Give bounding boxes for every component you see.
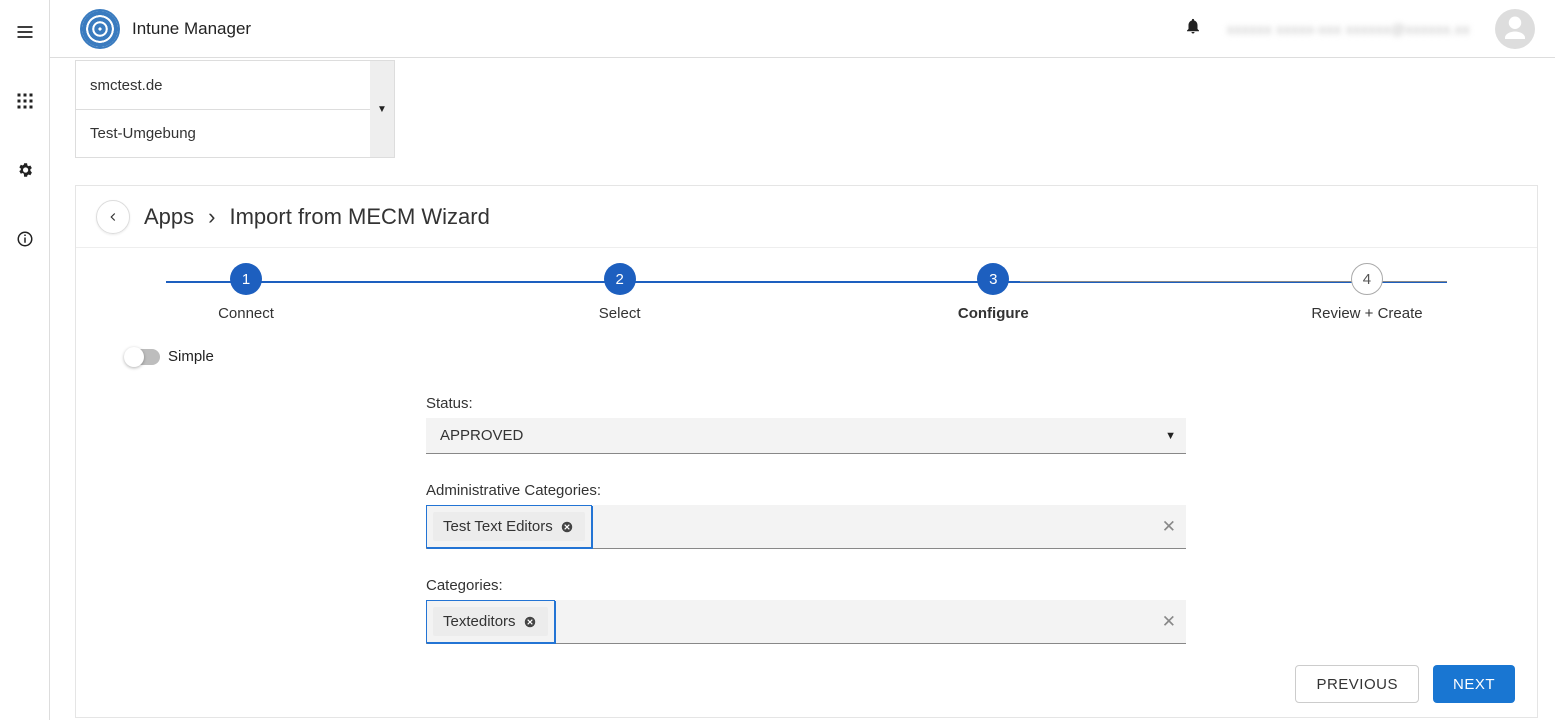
wizard-stepper: 1 Connect 2 Select 3 Configure 4 Review … <box>166 263 1447 343</box>
tenant-selector[interactable]: smctest.de Test-Umgebung ▼ <box>75 60 395 158</box>
previous-button[interactable]: PREVIOUS <box>1295 665 1419 703</box>
caret-down-icon: ▼ <box>1165 430 1176 442</box>
bell-icon[interactable] <box>1184 17 1202 40</box>
avatar[interactable] <box>1495 9 1535 49</box>
chevron-right-icon: › <box>208 204 215 230</box>
wizard-card: Apps › Import from MECM Wizard 1 Connect… <box>75 185 1538 718</box>
tenant-line-2[interactable]: Test-Umgebung <box>76 109 394 157</box>
categories-input[interactable]: Texteditors <box>426 600 1186 644</box>
step-review-create[interactable]: 4 Review + Create <box>1287 263 1447 322</box>
close-icon[interactable] <box>559 519 575 535</box>
simple-toggle[interactable] <box>126 349 160 365</box>
caret-down-icon[interactable]: ▼ <box>370 61 394 157</box>
chip-label: Test Text Editors <box>443 518 553 535</box>
chip-admin-category[interactable]: Test Text Editors <box>433 512 585 541</box>
chip-category[interactable]: Texteditors <box>433 607 548 636</box>
status-value: APPROVED <box>440 427 523 444</box>
admin-categories-input[interactable]: Test Text Editors <box>426 505 1186 549</box>
step-number: 4 <box>1351 263 1383 295</box>
step-number: 1 <box>230 263 262 295</box>
hamburger-icon[interactable] <box>13 20 37 44</box>
apps-grid-icon[interactable] <box>13 89 37 113</box>
clear-icon[interactable]: ✕ <box>1162 517 1176 537</box>
step-label: Select <box>599 305 641 322</box>
next-button[interactable]: NEXT <box>1433 665 1515 703</box>
chip-label: Texteditors <box>443 613 516 630</box>
admin-categories-label: Administrative Categories: <box>426 482 1186 499</box>
top-bar: Intune Manager xxxxxx xxxxx-xxx xxxxxx@x… <box>50 0 1555 58</box>
breadcrumb-root[interactable]: Apps <box>144 204 194 230</box>
step-number: 2 <box>604 263 636 295</box>
status-select[interactable]: APPROVED ▼ <box>426 418 1186 454</box>
app-title: Intune Manager <box>132 19 251 39</box>
info-icon[interactable] <box>13 227 37 251</box>
left-nav-rail <box>0 0 50 720</box>
close-icon[interactable] <box>522 614 538 630</box>
status-label: Status: <box>426 395 1186 412</box>
categories-label: Categories: <box>426 577 1186 594</box>
gear-icon[interactable] <box>13 158 37 182</box>
step-label: Connect <box>218 305 274 322</box>
step-connect[interactable]: 1 Connect <box>166 263 326 322</box>
step-number: 3 <box>977 263 1009 295</box>
user-display: xxxxxx xxxxx-xxx xxxxxx@xxxxxx.xx <box>1227 21 1470 37</box>
app-logo-icon <box>80 9 120 49</box>
step-configure[interactable]: 3 Configure <box>913 263 1073 322</box>
breadcrumb-current: Import from MECM Wizard <box>229 204 489 230</box>
simple-toggle-label: Simple <box>168 348 214 365</box>
clear-icon[interactable]: ✕ <box>1162 612 1176 632</box>
back-button[interactable] <box>96 200 130 234</box>
step-label: Review + Create <box>1311 305 1422 322</box>
step-label: Configure <box>958 305 1029 322</box>
step-select[interactable]: 2 Select <box>540 263 700 322</box>
tenant-line-1[interactable]: smctest.de <box>76 61 394 109</box>
